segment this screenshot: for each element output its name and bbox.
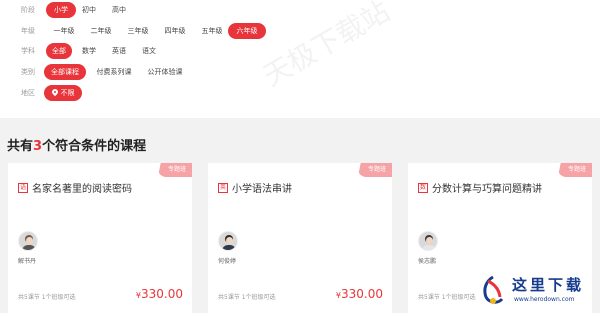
course-type-badge: 专题班 (357, 163, 392, 177)
course-title-text: 分数计算与巧算问题精讲 (432, 184, 542, 195)
category-option-paid[interactable]: 付费系列课 (92, 64, 136, 80)
grade-option-1[interactable]: 一年级 (48, 23, 80, 39)
filter-panel: 阶段 小学 初中 高中 年级 一年级 二年级 三年级 四年级 五年级 六年级 学… (0, 0, 600, 118)
result-heading: 共有3个符合条件的课程 (7, 135, 146, 154)
filter-label-subject: 学科 (21, 47, 35, 55)
price-value: 330.00 (341, 287, 383, 301)
teacher-avatar (218, 231, 238, 251)
location-pin-icon (50, 87, 59, 97)
grade-option-6[interactable]: 六年级 (228, 23, 266, 39)
course-title[interactable]: 英 小学语法串讲 (218, 180, 292, 195)
grade-option-3[interactable]: 三年级 (122, 23, 154, 39)
teacher-name: 侯志鹏 (418, 258, 437, 265)
subject-icon: 语 (18, 182, 28, 193)
course-card[interactable]: 专题班 英 小学语法串讲 何俊婷 共5课节 1个班级可选 ¥330.00 (208, 163, 392, 313)
course-title[interactable]: 数 分数计算与巧算问题精讲 (418, 180, 542, 195)
logo-url: www.herodown.com (514, 296, 575, 303)
course-meta: 共5课节 1个班级可选 (18, 294, 76, 301)
stage-option-junior[interactable]: 初中 (78, 2, 100, 18)
logo-mark-icon (483, 275, 504, 304)
course-card[interactable]: 专题班 语 名家名著里的阅读密码 解书丹 共5课节 1个班级可选 ¥330.00 (8, 163, 192, 313)
course-title[interactable]: 语 名家名著里的阅读密码 (18, 180, 132, 195)
subject-option-all[interactable]: 全部 (46, 43, 72, 59)
subject-icon: 数 (418, 182, 428, 193)
subject-option-math[interactable]: 数学 (78, 43, 100, 59)
filter-label-grade: 年级 (21, 27, 35, 35)
region-option-any[interactable]: 不限 (44, 85, 82, 101)
course-meta: 共5课节 1个班级可选 (418, 294, 476, 301)
category-option-all[interactable]: 全部课程 (44, 64, 86, 80)
site-logo: 这里下载 www.herodown.com (472, 270, 600, 313)
course-price: ¥330.00 (136, 287, 183, 301)
course-price: ¥330.00 (336, 287, 383, 301)
stage-option-senior[interactable]: 高中 (108, 2, 130, 18)
course-type-badge: 专题班 (157, 163, 192, 177)
filter-label-stage: 阶段 (21, 6, 35, 14)
logo-text: 这里下载 (512, 276, 585, 294)
teacher-name: 何俊婷 (218, 258, 237, 265)
course-title-text: 小学语法串讲 (232, 184, 292, 195)
grade-option-2[interactable]: 二年级 (85, 23, 117, 39)
course-meta: 共5课节 1个班级可选 (218, 294, 276, 301)
result-heading-prefix: 共有 (7, 139, 34, 154)
region-option-label: 不限 (60, 89, 75, 97)
stage-option-primary[interactable]: 小学 (46, 2, 76, 18)
category-option-trial[interactable]: 公开体验课 (143, 64, 187, 80)
teacher-avatar (18, 231, 38, 251)
course-type-badge: 专题班 (557, 163, 592, 177)
subject-icon: 英 (218, 182, 228, 193)
subject-option-english[interactable]: 英语 (108, 43, 130, 59)
grade-option-5[interactable]: 五年级 (196, 23, 228, 39)
filter-label-region: 地区 (21, 89, 35, 97)
teacher-name: 解书丹 (18, 258, 37, 265)
filter-label-category: 类别 (21, 68, 35, 76)
result-count: 3 (33, 139, 43, 154)
result-heading-suffix: 个符合条件的课程 (42, 139, 147, 154)
teacher-avatar (418, 231, 438, 251)
subject-option-chinese[interactable]: 语文 (138, 43, 160, 59)
grade-option-4[interactable]: 四年级 (159, 23, 191, 39)
course-title-text: 名家名著里的阅读密码 (32, 184, 132, 195)
price-value: 330.00 (141, 287, 183, 301)
